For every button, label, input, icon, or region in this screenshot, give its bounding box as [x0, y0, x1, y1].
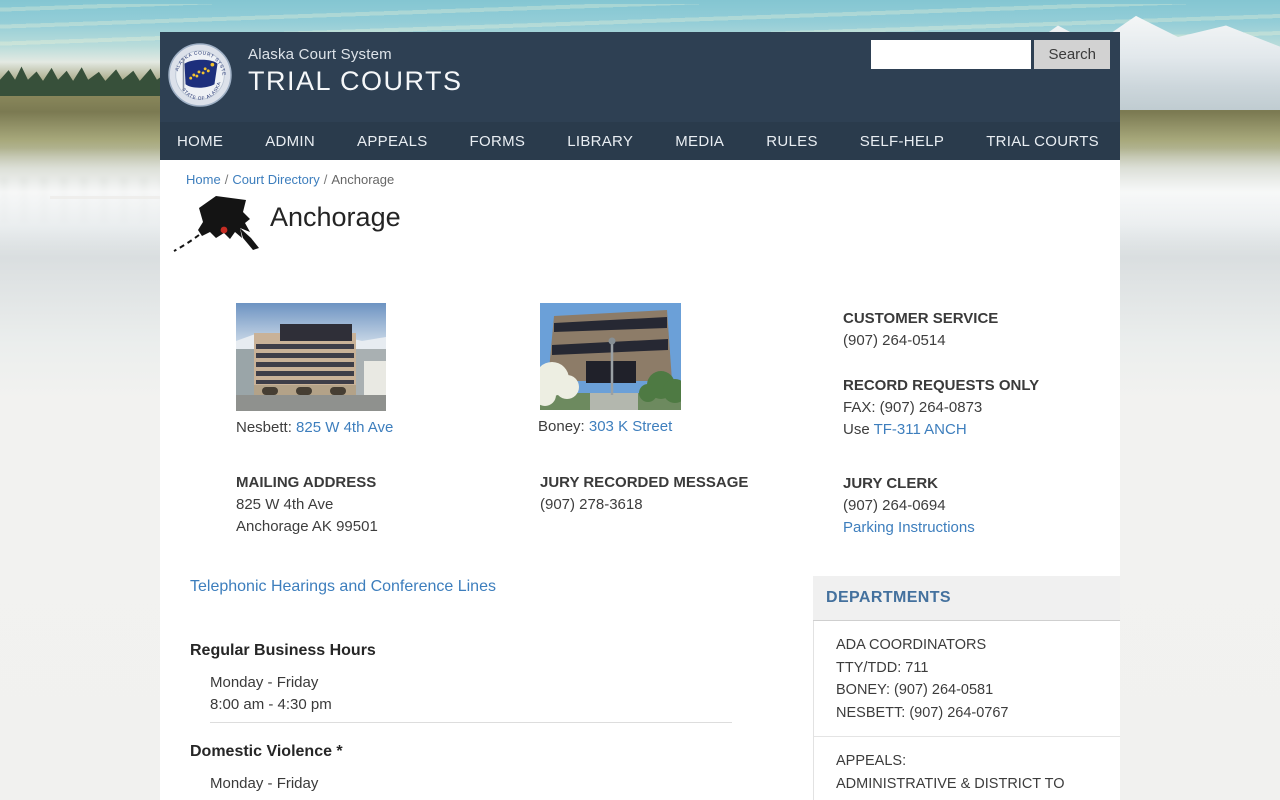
domestic-violence-heading: Domestic Violence * — [190, 743, 343, 760]
jury-clerk-block: JURY CLERK (907) 264-0694 Parking Instru… — [843, 473, 975, 539]
record-requests-fax: FAX: (907) 264-0873 — [843, 399, 983, 416]
nesbett-caption: Nesbett: 825 W 4th Ave — [236, 419, 393, 436]
nav-item-library[interactable]: LIBRARY — [546, 133, 654, 150]
breadcrumb-current: Anchorage — [331, 172, 395, 187]
page-container: ALASKA COURT SYSTEM STATE OF ALASKA Alas… — [160, 32, 1120, 800]
mailing-address-block: MAILING ADDRESS 825 W 4th Ave Anchorage … — [236, 472, 378, 538]
boney-caption-prefix: Boney: — [538, 418, 585, 435]
nav-item-trial-courts[interactable]: TRIAL COURTS — [965, 133, 1120, 150]
breadcrumb: Home / Court Directory / Anchorage — [186, 172, 394, 187]
parking-instructions-link[interactable]: Parking Instructions — [843, 519, 975, 536]
mailing-address-heading: MAILING ADDRESS — [236, 474, 377, 491]
department-item-appeals: APPEALS: ADMINISTRATIVE & DISTRICT TO SU… — [814, 737, 1120, 800]
use-prefix: Use — [843, 421, 870, 438]
dept-line: ADMINISTRATIVE & DISTRICT TO SUPERIOR — [836, 775, 1065, 800]
domestic-violence-hours-lines: Monday - Friday 8:00 am - 3:00 pm — [210, 773, 332, 800]
nav-item-home[interactable]: HOME — [160, 133, 244, 150]
hours-line: Monday - Friday — [210, 674, 319, 691]
search-area: Search — [871, 40, 1110, 69]
department-item-ada: ADA COORDINATORS TTY/TDD: 711 BONEY: (90… — [814, 621, 1120, 737]
nav-item-rules[interactable]: RULES — [745, 133, 839, 150]
hours-line: Monday - Friday — [210, 775, 319, 792]
boney-courthouse-photo — [540, 303, 681, 410]
tf-311-anch-form-link[interactable]: TF-311 ANCH — [874, 421, 967, 438]
departments-list: ADA COORDINATORS TTY/TDD: 711 BONEY: (90… — [813, 621, 1120, 800]
site-header: ALASKA COURT SYSTEM STATE OF ALASKA Alas… — [160, 32, 1120, 122]
breadcrumb-separator: / — [323, 172, 328, 187]
breadcrumb-court-directory-link[interactable]: Court Directory — [232, 172, 319, 187]
jury-clerk-heading: JURY CLERK — [843, 475, 939, 492]
page-title: Anchorage — [270, 202, 401, 232]
dept-line: ADA COORDINATORS — [836, 637, 987, 653]
departments-heading: DEPARTMENTS — [813, 576, 1120, 621]
boney-caption: Boney: 303 K Street — [538, 418, 672, 435]
customer-service-block: CUSTOMER SERVICE (907) 264-0514 — [843, 308, 998, 352]
nav-item-admin[interactable]: ADMIN — [244, 133, 336, 150]
site-section-title: TRIAL COURTS — [248, 66, 463, 96]
nav-item-self-help[interactable]: SELF-HELP — [839, 133, 965, 150]
record-requests-use-line: Use TF-311 ANCH — [843, 419, 1039, 441]
nav-item-appeals[interactable]: APPEALS — [336, 133, 448, 150]
dept-line: TTY/TDD: 711 — [836, 659, 929, 676]
customer-service-heading: CUSTOMER SERVICE — [843, 310, 999, 327]
telephonic-hearings-link[interactable]: Telephonic Hearings and Conference Lines — [190, 578, 496, 596]
regular-business-hours-lines: Monday - Friday 8:00 am - 4:30 pm — [210, 672, 332, 716]
mailing-address-line1: 825 W 4th Ave — [236, 496, 334, 513]
search-input[interactable] — [871, 40, 1032, 69]
main-navigation: HOME ADMIN APPEALS FORMS LIBRARY MEDIA R… — [160, 122, 1120, 160]
boney-address-link[interactable]: 303 K Street — [589, 418, 672, 435]
hours-line: 8:00 am - 3:00 pm — [210, 795, 332, 800]
dept-line: BONEY: (907) 264-0581 — [836, 682, 994, 698]
search-button[interactable]: Search — [1034, 40, 1110, 69]
jury-recorded-message-phone: (907) 278-3618 — [540, 496, 643, 513]
nesbett-address-link[interactable]: 825 W 4th Ave — [296, 419, 393, 436]
nav-item-media[interactable]: MEDIA — [654, 133, 745, 150]
jury-recorded-message-block: JURY RECORDED MESSAGE (907) 278-3618 — [540, 472, 748, 516]
mailing-address-line2: Anchorage AK 99501 — [236, 518, 378, 535]
alaska-court-system-seal-logo: ALASKA COURT SYSTEM STATE OF ALASKA — [168, 43, 232, 107]
record-requests-heading: RECORD REQUESTS ONLY — [843, 377, 1040, 394]
customer-service-phone: (907) 264-0514 — [843, 332, 946, 349]
breadcrumb-home-link[interactable]: Home — [186, 172, 221, 187]
dept-line: APPEALS: — [836, 753, 907, 769]
nesbett-caption-prefix: Nesbett: — [236, 419, 292, 436]
nav-item-forms[interactable]: FORMS — [449, 133, 547, 150]
departments-sidebar: DEPARTMENTS ADA COORDINATORS TTY/TDD: 71… — [813, 576, 1120, 800]
breadcrumb-separator: / — [224, 172, 229, 187]
dept-line: NESBETT: (907) 264-0767 — [836, 704, 1009, 721]
hours-line: 8:00 am - 4:30 pm — [210, 696, 332, 713]
jury-clerk-phone: (907) 264-0694 — [843, 497, 946, 514]
site-title-block: Alaska Court System TRIAL COURTS — [248, 46, 463, 97]
site-name: Alaska Court System — [248, 46, 392, 63]
nesbett-courthouse-photo — [236, 303, 386, 411]
jury-recorded-message-heading: JURY RECORDED MESSAGE — [540, 474, 749, 491]
main-content: Home / Court Directory / Anchorage Anchorage — [160, 160, 1120, 800]
regular-business-hours-heading: Regular Business Hours — [190, 642, 376, 659]
section-divider — [210, 722, 732, 723]
record-requests-block: RECORD REQUESTS ONLY FAX: (907) 264-0873… — [843, 375, 1039, 441]
alaska-map-icon — [173, 196, 259, 252]
